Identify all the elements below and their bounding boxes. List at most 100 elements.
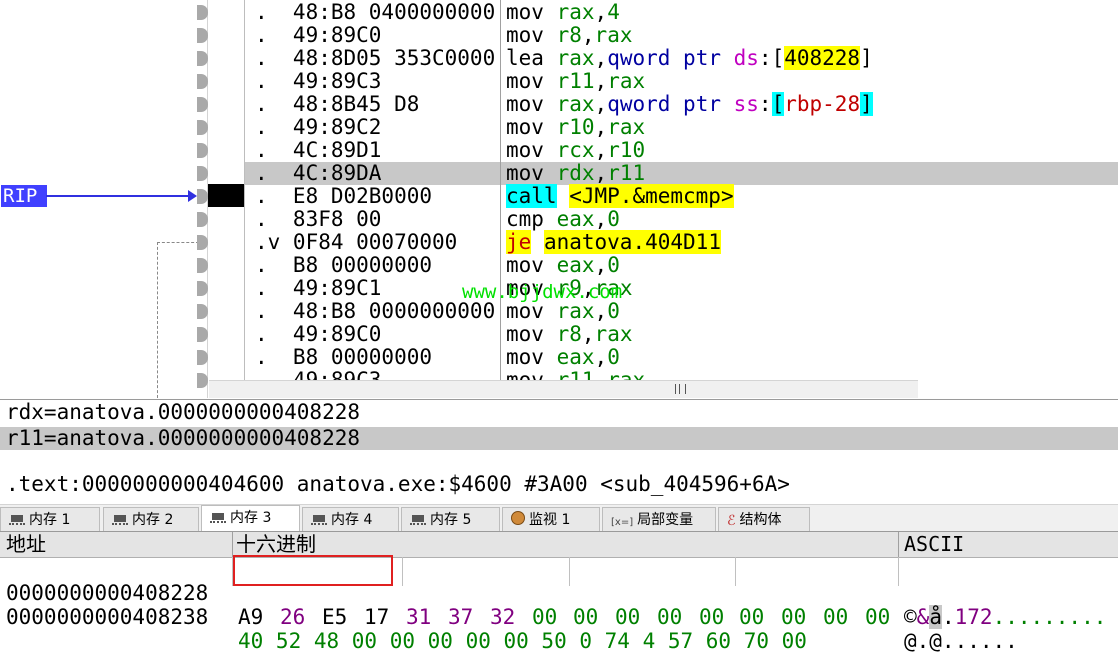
breakpoint-dot-icon[interactable] — [197, 5, 208, 20]
instruction-text: je anatova.404D11 — [506, 230, 721, 254]
mnemonic: mov — [506, 253, 544, 277]
tab-4[interactable]: 内存 4 — [302, 507, 399, 531]
instruction-text: lea rax,qword ptr ds:[408228] — [506, 46, 873, 70]
horizontal-scrollbar[interactable] — [209, 380, 918, 398]
instruction-bytes: . 83F8 00 — [255, 208, 382, 231]
breakpoint-dot-icon[interactable] — [197, 189, 208, 204]
operand: qword ptr — [607, 46, 734, 70]
breakpoint-dot-icon[interactable] — [197, 304, 208, 319]
dump-byte[interactable]: 26 — [280, 605, 305, 629]
instruction-row[interactable]: .v 0F84 00070000 je anatova.404D11 — [245, 230, 1118, 254]
operand: ] — [860, 92, 873, 116]
struct-icon: ℰ — [727, 513, 736, 529]
instruction-row[interactable]: . B8 00000000 mov eax,0 — [245, 346, 1118, 369]
dump-ascii-partial[interactable]: @.@...... — [904, 629, 1018, 653]
dump-byte[interactable]: E5 — [322, 605, 347, 629]
instruction-row[interactable]: . 48:B8 0400000000 mov rax,4 — [245, 1, 1118, 24]
ascii-char-group: ......... — [992, 605, 1107, 629]
instruction-row[interactable]: . 4C:89DA mov rdx,r11 — [245, 162, 1118, 185]
tab-1[interactable]: 内存 1 — [0, 507, 100, 531]
dump-byte[interactable]: A9 — [238, 605, 263, 629]
instruction-text: mov r8,rax — [506, 24, 632, 47]
dump-byte[interactable]: 00 — [532, 605, 557, 629]
tab-3[interactable]: 内存 3 — [201, 505, 300, 532]
instruction-row[interactable]: . 83F8 00 cmp eax,0 — [245, 208, 1118, 231]
instruction-row[interactable]: . 49:89C1 mov r9,rax — [245, 277, 1118, 300]
tab-7[interactable]: [x=] 局部变量 — [602, 507, 716, 531]
dump-byte[interactable]: 00 — [573, 605, 598, 629]
instruction-row[interactable]: . 4C:89D1 mov rcx,r10 — [245, 139, 1118, 162]
breakpoint-dot-icon[interactable] — [197, 97, 208, 112]
instruction-bytes: . 4C:89DA — [255, 162, 382, 185]
dump-row[interactable]: 0000000000408228 A9 26 E5 17 31 37 32 00 00 00 00 0… — [0, 557, 1118, 629]
ascii-char-group: & — [916, 605, 930, 629]
breakpoint-dot-icon[interactable] — [197, 350, 208, 365]
instruction-row[interactable]: . 48:B8 0000000000 mov rax,0 — [245, 300, 1118, 323]
dump-byte[interactable]: 00 — [657, 605, 682, 629]
operand: ss — [733, 92, 759, 116]
instruction-row[interactable]: . E8 D02B0000 call <JMP.&memcmp> — [245, 184, 1118, 208]
breakpoint-dot-icon[interactable] — [197, 166, 208, 181]
ascii-char-group: © — [904, 605, 917, 629]
dump-ascii[interactable]: ©&å.172......... — [904, 605, 1106, 629]
breakpoint-dot-icon[interactable] — [197, 74, 208, 89]
disassembly-view[interactable]: RIP . 48:B8 0400000000 mov rax,4. 49:89C0… — [0, 0, 1118, 398]
tab-2[interactable]: 内存 2 — [103, 507, 199, 531]
memory-dump-view[interactable]: 地址 十六进制 ASCII 0000000000408228 A9 26 E5 17 3… — [0, 531, 1118, 653]
dump-byte[interactable]: 32 — [490, 605, 515, 629]
instruction-row[interactable]: . 49:89C0 mov r8,rax — [245, 24, 1118, 47]
mnemonic: mov — [506, 115, 544, 139]
breakpoint-dot-icon[interactable] — [197, 143, 208, 158]
dump-byte[interactable]: 17 — [364, 605, 389, 629]
instruction-bytes: . 48:B8 0400000000 — [255, 1, 496, 24]
dump-bytes-partial[interactable]: 40 52 48 00 00 00 00 00 50 0 74 4 57 60 … — [238, 629, 807, 653]
operand: rax — [594, 322, 633, 346]
breakpoint-dot-icon[interactable] — [197, 327, 208, 342]
memory-icon — [311, 513, 327, 525]
operand: r10 — [556, 115, 595, 139]
operand: , — [594, 207, 608, 231]
ascii-char-group: . — [941, 605, 955, 629]
breakpoint-dot-icon[interactable] — [197, 120, 208, 135]
breakpoint-dot-icon[interactable] — [197, 373, 208, 388]
watermark: www.bjjdwx.com — [462, 281, 623, 303]
instruction-row[interactable]: . B8 00000000 mov eax,0 — [245, 254, 1118, 277]
instruction-row[interactable]: . 49:89C2 mov r10,rax — [245, 116, 1118, 139]
dump-byte[interactable]: 31 — [406, 605, 431, 629]
breakpoint-dot-icon[interactable] — [197, 281, 208, 296]
dump-byte[interactable]: 37 — [448, 605, 473, 629]
instruction-row[interactable]: . 48:8B45 D8 mov rax,qword ptr ss:[rbp-28… — [245, 92, 1118, 116]
operand: 0 — [607, 345, 620, 369]
mnemonic: call — [506, 184, 557, 208]
instruction-row[interactable]: . 48:8D05 353C0000 lea rax,qword ptr ds:[… — [245, 46, 1118, 70]
dump-byte[interactable]: 00 — [699, 605, 724, 629]
mnemonic: mov — [506, 23, 544, 47]
mnemonic: lea — [506, 46, 544, 70]
dump-byte[interactable]: 00 — [781, 605, 806, 629]
breakpoint-dot-icon[interactable] — [197, 258, 208, 273]
operand: rax — [607, 69, 646, 93]
breakpoint-dot-icon[interactable] — [197, 28, 208, 43]
tab-label: 内存 4 — [331, 512, 373, 528]
jump-line — [157, 242, 158, 398]
instruction-row[interactable]: . 49:89C0 mov r8,rax — [245, 323, 1118, 346]
instruction-row[interactable]: . 49:89C3 mov r11,rax — [245, 70, 1118, 93]
tab-5[interactable]: 内存 5 — [401, 507, 500, 531]
dump-byte[interactable]: 00 — [823, 605, 848, 629]
tab-8[interactable]: ℰ 结构体 — [718, 507, 810, 531]
dump-byte[interactable]: 00 — [615, 605, 640, 629]
ascii-char-group: 172 — [954, 605, 993, 629]
breakpoint-dot-icon[interactable] — [197, 212, 208, 227]
dump-byte[interactable]: 00 — [739, 605, 764, 629]
dump-byte[interactable]: 00 — [865, 605, 890, 629]
header-divider — [898, 532, 899, 557]
memory-icon — [210, 511, 226, 523]
rip-arrow-icon — [188, 190, 197, 202]
operand: , — [594, 46, 608, 70]
breakpoint-dot-icon[interactable] — [197, 235, 208, 250]
tab-6[interactable]: 监视 1 — [502, 507, 600, 531]
breakpoint-dot-icon[interactable] — [197, 51, 208, 66]
scrollbar-grip-icon[interactable] — [675, 384, 686, 394]
operand: , — [594, 138, 608, 162]
header-address: 地址 — [6, 532, 46, 556]
